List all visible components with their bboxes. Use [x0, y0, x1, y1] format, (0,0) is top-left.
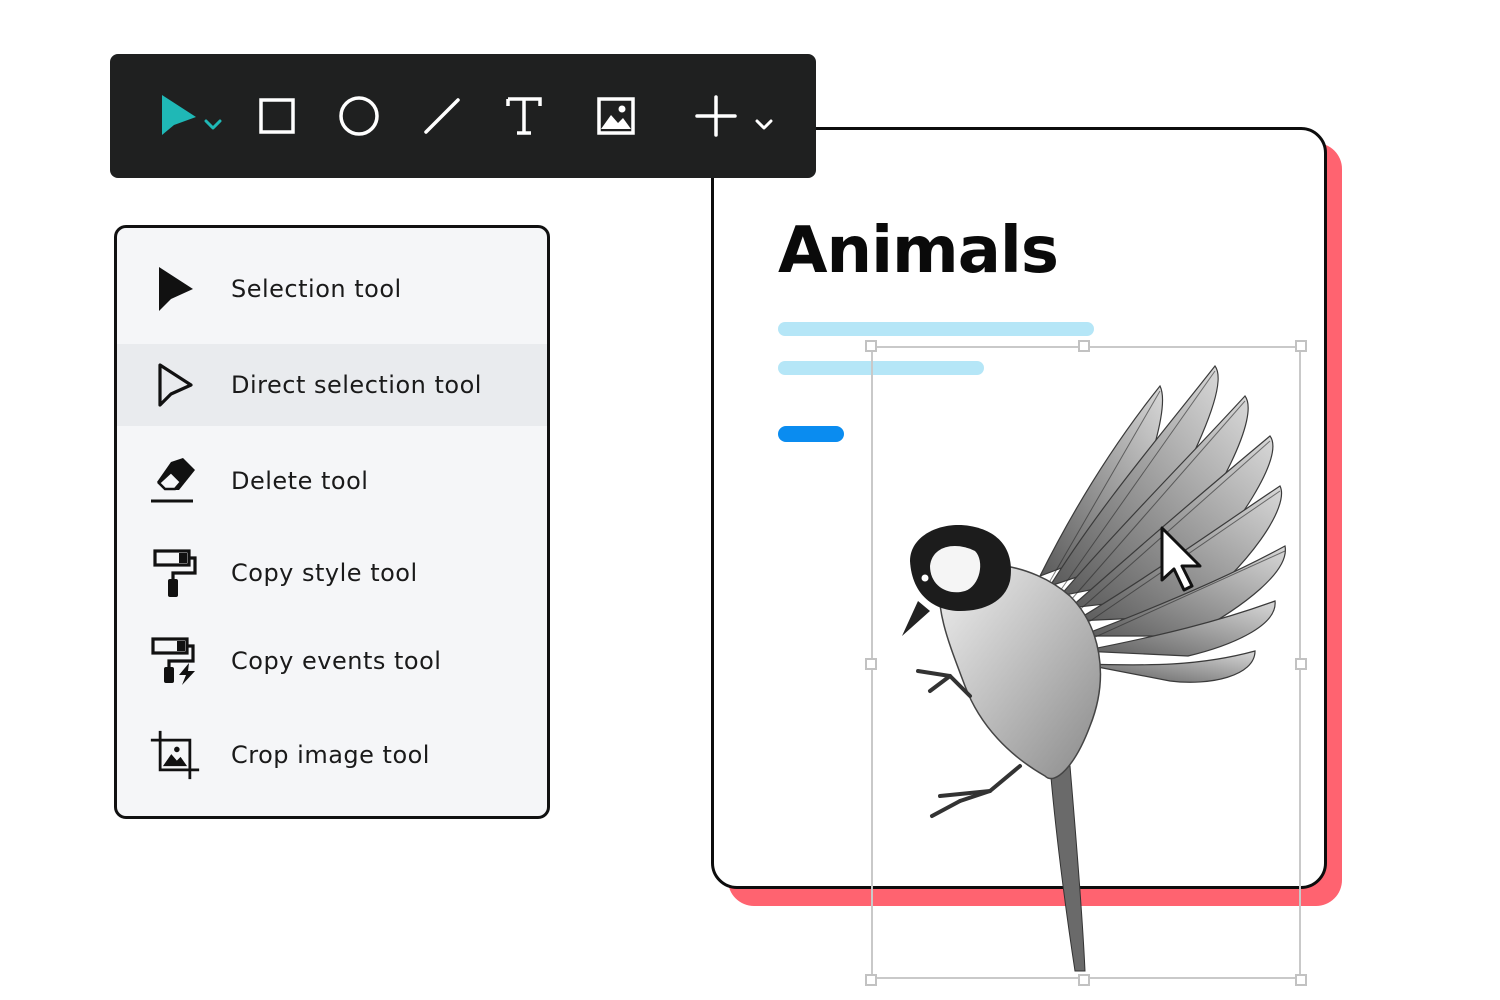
resize-handle-bottom[interactable] [1078, 974, 1090, 986]
menu-item-copy-events-tool[interactable]: Copy events tool [117, 620, 547, 702]
page-title[interactable]: Animals [778, 214, 1059, 288]
selection-tool-icon [162, 95, 222, 135]
menu-item-crop-image-tool[interactable]: Crop image tool [117, 714, 547, 796]
selection-arrow-icon [149, 263, 201, 315]
menu-item-label: Selection tool [231, 275, 402, 303]
ellipse-tool-button[interactable] [337, 54, 381, 178]
rectangle-icon [259, 98, 295, 134]
add-tool-button[interactable] [690, 54, 782, 178]
crop-image-icon [149, 729, 201, 781]
resize-handle-top-right[interactable] [1295, 340, 1307, 352]
pointer-cursor-icon [1160, 526, 1202, 592]
resize-handle-top-left[interactable] [865, 340, 877, 352]
rectangle-tool-button[interactable] [255, 54, 299, 178]
image-tool-button[interactable] [594, 54, 638, 178]
ellipse-icon [339, 96, 379, 136]
menu-item-label: Copy style tool [231, 559, 418, 587]
text-tool-button[interactable] [502, 54, 546, 178]
line-tool-button[interactable] [420, 54, 464, 178]
menu-item-label: Delete tool [231, 467, 369, 495]
text-placeholder-line[interactable] [778, 322, 1094, 336]
resize-handle-bottom-left[interactable] [865, 974, 877, 986]
menu-item-selection-tool[interactable]: Selection tool [117, 248, 547, 330]
eraser-icon [149, 455, 201, 507]
selection-tool-button[interactable] [154, 54, 228, 178]
paint-roller-bolt-icon [149, 635, 201, 687]
button-placeholder[interactable] [778, 426, 844, 442]
menu-item-copy-style-tool[interactable]: Copy style tool [117, 532, 547, 614]
text-icon [506, 97, 542, 135]
toolbar [110, 54, 816, 178]
plus-icon [695, 95, 773, 137]
menu-item-delete-tool[interactable]: Delete tool [117, 440, 547, 522]
menu-item-label: Copy events tool [231, 647, 442, 675]
resize-handle-right[interactable] [1295, 658, 1307, 670]
menu-item-label: Crop image tool [231, 741, 430, 769]
selection-bounding-box[interactable] [871, 346, 1301, 979]
line-icon [424, 98, 460, 134]
resize-handle-left[interactable] [865, 658, 877, 670]
tool-menu: Selection tool Direct selection tool Del… [114, 225, 550, 819]
menu-item-label: Direct selection tool [231, 371, 482, 399]
direct-selection-arrow-icon [149, 359, 201, 411]
resize-handle-top[interactable] [1078, 340, 1090, 352]
menu-item-direct-selection-tool[interactable]: Direct selection tool [117, 344, 547, 426]
resize-handle-bottom-right[interactable] [1295, 974, 1307, 986]
image-icon [597, 97, 635, 135]
paint-roller-icon [149, 547, 201, 599]
canvas-stage: Selection tool Direct selection tool Del… [0, 0, 1500, 1000]
